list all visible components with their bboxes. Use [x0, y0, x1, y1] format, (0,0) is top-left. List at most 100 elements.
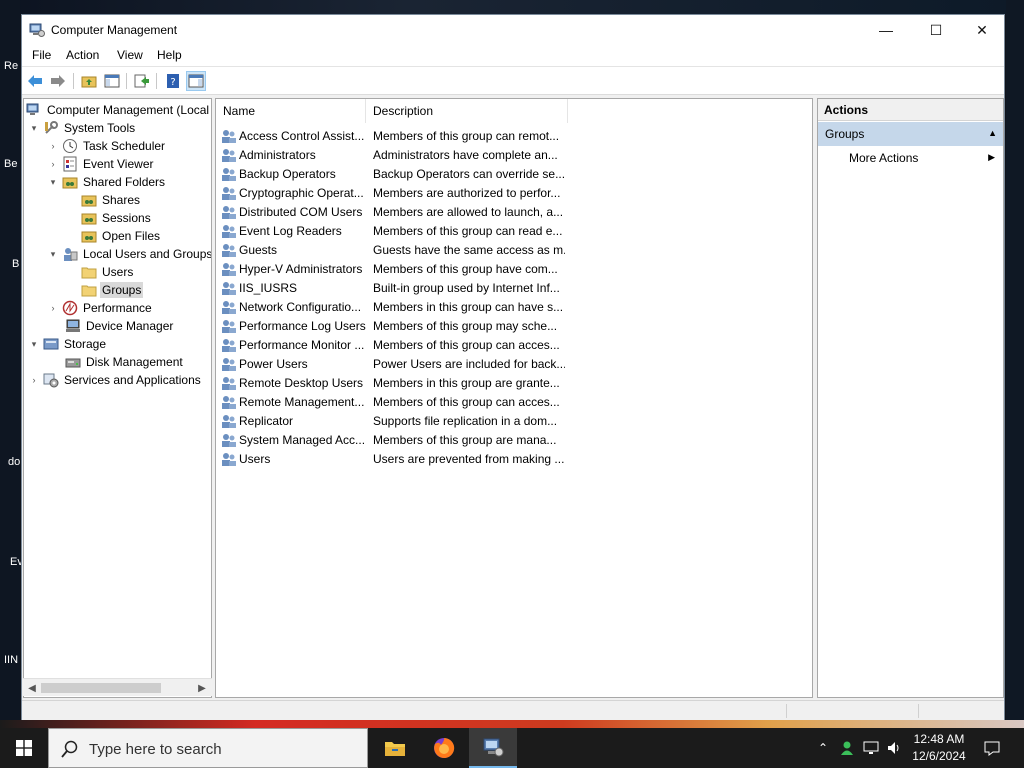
desktop-icon-label[interactable]: Re: [4, 60, 18, 72]
tree-item-disk-management[interactable]: Disk Management: [65, 353, 185, 371]
show-hide-console-tree-button[interactable]: [102, 71, 122, 91]
status-separator: [786, 704, 787, 718]
table-row[interactable]: Remote Desktop Users Members in this grou…: [216, 373, 812, 392]
show-hidden-icons-button[interactable]: ⌃: [814, 728, 832, 768]
table-row[interactable]: Distributed COM Users Members are allowed…: [216, 202, 812, 221]
status-bar: [22, 700, 1004, 720]
group-icon: [222, 395, 236, 409]
tree-item-task-scheduler[interactable]: › Task Scheduler: [47, 137, 167, 155]
tree-item-label: Disk Management: [86, 355, 183, 369]
group-icon: [222, 281, 236, 295]
scrollbar-thumb[interactable]: [41, 683, 161, 693]
device-manager-icon: [65, 318, 81, 334]
table-row[interactable]: Performance Log Users Members of this gro…: [216, 316, 812, 335]
table-row[interactable]: Users Users are prevented from making ...: [216, 449, 812, 468]
table-row[interactable]: Cryptographic Operat... Members are autho…: [216, 183, 812, 202]
title-bar[interactable]: Computer Management — ☐ ✕: [22, 15, 1004, 45]
more-actions-item[interactable]: More Actions: [849, 151, 918, 165]
column-header-description[interactable]: Description: [366, 99, 568, 123]
tree-item-device-manager[interactable]: Device Manager: [65, 317, 175, 335]
tree-item-local-users-and-groups[interactable]: ▾ Local Users and Groups: [47, 245, 211, 263]
close-button[interactable]: ✕: [959, 15, 1005, 45]
desktop-icon-label[interactable]: IIN: [4, 654, 18, 666]
tree-item-shares[interactable]: Shares: [81, 191, 142, 209]
desktop-icon-label[interactable]: B: [12, 258, 19, 270]
taskbar-file-explorer[interactable]: [371, 728, 419, 768]
desktop-icon-label[interactable]: do: [8, 456, 20, 468]
table-row[interactable]: System Managed Acc... Members of this gro…: [216, 430, 812, 449]
tree-item-storage[interactable]: ▾ Storage: [28, 335, 108, 353]
menu-action[interactable]: Action: [66, 48, 99, 62]
group-description: Members in this group are grante...: [373, 375, 560, 390]
tree-item-system-tools[interactable]: ▾ System Tools: [28, 119, 137, 137]
minimize-button[interactable]: —: [863, 15, 909, 45]
tree-item-services-and-applications[interactable]: › Services and Applications: [28, 371, 203, 389]
back-button[interactable]: [25, 71, 45, 91]
collapse-icon[interactable]: ▾: [47, 248, 59, 260]
taskbar-clock[interactable]: 12:48 AM 12/6/2024: [906, 731, 972, 765]
scroll-right-icon[interactable]: ▶: [195, 681, 209, 695]
table-row[interactable]: Performance Monitor ... Members of this g…: [216, 335, 812, 354]
taskbar-search-box[interactable]: Type here to search: [48, 728, 368, 768]
expand-icon[interactable]: ›: [47, 302, 59, 314]
table-row[interactable]: Network Configuratio... Members in this g…: [216, 297, 812, 316]
table-row[interactable]: Event Log Readers Members of this group c…: [216, 221, 812, 240]
group-icon: [222, 243, 236, 257]
group-icon: [222, 357, 236, 371]
forward-button[interactable]: [48, 71, 68, 91]
taskbar-computer-management[interactable]: [469, 728, 517, 768]
table-row[interactable]: Replicator Supports file replication in a…: [216, 411, 812, 430]
tray-network[interactable]: [860, 728, 882, 768]
desktop-icon-label[interactable]: Be: [4, 158, 17, 170]
start-button[interactable]: [0, 728, 48, 768]
network-icon: [863, 741, 879, 754]
scroll-left-icon[interactable]: ◀: [25, 681, 39, 695]
tree-item-groups[interactable]: Groups: [81, 281, 144, 299]
tree-item-sessions[interactable]: Sessions: [81, 209, 153, 227]
table-row[interactable]: IIS_IUSRS Built-in group used by Internet…: [216, 278, 812, 297]
tree-item-computer-management[interactable]: Computer Management (Local: [26, 101, 211, 119]
table-row[interactable]: Hyper-V Administrators Members of this gr…: [216, 259, 812, 278]
column-header-name[interactable]: Name: [216, 99, 366, 123]
expand-icon[interactable]: ›: [28, 374, 40, 386]
tree-item-users[interactable]: Users: [81, 263, 135, 281]
expand-icon[interactable]: ›: [47, 158, 59, 170]
actions-group-groups[interactable]: Groups ▲: [818, 122, 1003, 146]
tray-user-status[interactable]: [836, 728, 858, 768]
table-row[interactable]: Access Control Assist... Members of this …: [216, 126, 812, 145]
tree-item-shared-folders[interactable]: ▾ Shared Folders: [47, 173, 167, 191]
group-icon: [222, 186, 236, 200]
export-list-button[interactable]: [132, 71, 152, 91]
group-icon: [222, 319, 236, 333]
forward-arrow-icon: [51, 75, 65, 87]
expand-icon[interactable]: ›: [47, 140, 59, 152]
collapse-icon[interactable]: ▾: [47, 176, 59, 188]
menu-help[interactable]: Help: [157, 48, 182, 62]
computer-management-icon: [29, 23, 45, 37]
tree-item-performance[interactable]: › Performance: [47, 299, 154, 317]
menu-view[interactable]: View: [117, 48, 143, 62]
table-row[interactable]: Guests Guests have the same access as m..…: [216, 240, 812, 259]
collapse-up-icon[interactable]: ▲: [988, 128, 997, 138]
table-row[interactable]: Remote Management... Members of this grou…: [216, 392, 812, 411]
group-name: Guests: [239, 242, 278, 257]
menu-file[interactable]: File: [32, 48, 51, 62]
up-one-level-button[interactable]: [79, 71, 99, 91]
table-row[interactable]: Power Users Power Users are included for …: [216, 354, 812, 373]
collapse-icon[interactable]: ▾: [28, 338, 40, 350]
help-button[interactable]: ?: [163, 71, 183, 91]
notifications-button[interactable]: [980, 728, 1004, 768]
table-row[interactable]: Backup Operators Backup Operators can ove…: [216, 164, 812, 183]
tree-horizontal-scrollbar[interactable]: ◀ ▶: [23, 678, 212, 696]
shared-folder-icon: [81, 192, 97, 208]
table-row[interactable]: Administrators Administrators have comple…: [216, 145, 812, 164]
tree-item-open-files[interactable]: Open Files: [81, 227, 162, 245]
tree-item-event-viewer[interactable]: › Event Viewer: [47, 155, 155, 173]
collapse-icon[interactable]: ▾: [28, 122, 40, 134]
maximize-button[interactable]: ☐: [913, 15, 959, 45]
minimize-icon: —: [879, 22, 893, 38]
taskbar-firefox[interactable]: [420, 728, 468, 768]
tray-volume[interactable]: [883, 728, 905, 768]
group-description: Administrators have complete an...: [373, 147, 558, 162]
show-hide-action-pane-button[interactable]: [186, 71, 206, 91]
